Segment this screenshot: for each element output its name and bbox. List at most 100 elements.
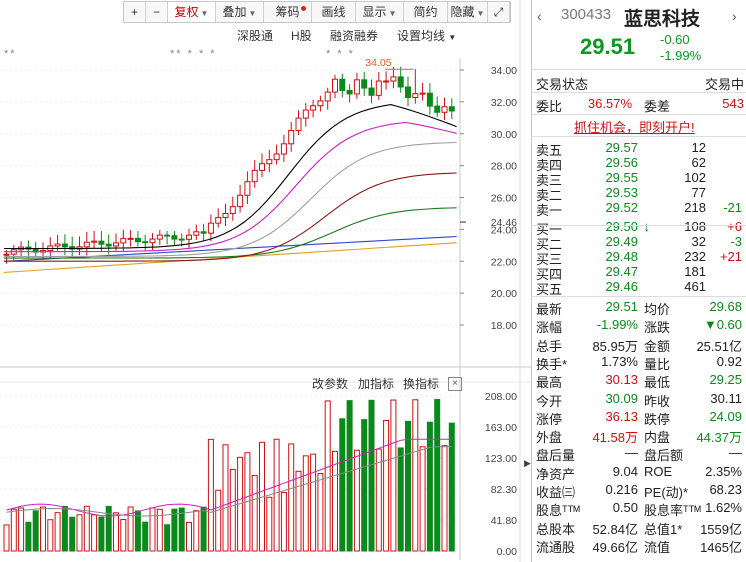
price-tick-label: 20.00	[491, 288, 517, 300]
volume-tick-label: 123.00	[485, 453, 517, 465]
kline-chart[interactable]: 34.0032.0030.0028.0026.0024.4624.0022.00…	[0, 0, 531, 562]
bid-price: 29.50	[605, 219, 638, 234]
ask-price: 29.56	[605, 155, 638, 170]
ask-volume: 12	[691, 140, 706, 155]
candle-body	[280, 143, 287, 155]
stat-value: 24.09	[709, 408, 742, 424]
stat-row: 流通股 49.66亿 流值 1465亿	[536, 537, 744, 555]
stock-terminal: + − 复权 ▼ 叠加 ▼ 筹码 画线 显示 ▼ 简约 隐藏 ▼ ⤢ 深股通 H股 融资融券 设置均线 ▼…	[0, 0, 746, 562]
candle-body	[215, 217, 222, 224]
bid-row[interactable]: 买五 29.46 461	[536, 279, 744, 297]
stat-label: 最高	[536, 375, 563, 391]
price-change: -0.60	[660, 32, 690, 47]
stat-label: 昨收	[644, 393, 671, 409]
stat-value: 1.73%	[601, 353, 638, 369]
quote-header: ‹ 300433 蓝思科技 › 29.51 -0.60 -1.99%	[532, 0, 746, 70]
volume-bar	[120, 519, 127, 552]
volume-bar	[134, 510, 141, 552]
stat-value: 2.35%	[705, 463, 742, 479]
stat-value: 49.66亿	[592, 539, 638, 555]
ask-price: 29.55	[605, 170, 638, 185]
stat-value: 44.37万	[696, 430, 742, 446]
add-indicator-button[interactable]: 加指标	[358, 375, 394, 392]
stat-value: 0.50	[612, 500, 638, 516]
ma5-line	[4, 104, 457, 250]
volume-tick-label: 163.00	[485, 422, 517, 434]
candle-body	[426, 92, 433, 107]
bid-price: 29.46	[605, 279, 638, 294]
volume-bar	[288, 443, 295, 552]
stat-value: 29.25	[709, 372, 742, 388]
stat-label: 最新	[536, 302, 563, 317]
volume-bar	[171, 508, 178, 552]
stat-label: 流通股	[536, 539, 576, 555]
stat-label: 收益㈢	[536, 485, 576, 500]
candle-body	[266, 159, 273, 165]
volume-bar	[40, 506, 46, 552]
down-arrow-icon: ↓	[643, 219, 651, 234]
volume-bar	[10, 508, 17, 552]
volume-bar	[61, 505, 68, 552]
candle-body	[113, 242, 119, 247]
ask-label: 卖一	[536, 203, 563, 218]
volume-bar	[178, 507, 185, 552]
candle-body	[207, 222, 214, 234]
candle-body	[156, 234, 163, 240]
volume-bar	[361, 419, 368, 552]
stat-label: 股息率ᵀᵀᴹ	[644, 503, 701, 519]
price-tick-label: 24.00	[491, 224, 517, 236]
volume-bar	[346, 400, 353, 552]
stat-label: ROE	[644, 463, 673, 479]
price-tick-label: 32.00	[491, 97, 517, 109]
volume-tick-label: 208.00	[485, 391, 517, 403]
candle-body	[83, 241, 90, 248]
candle-body	[3, 253, 10, 256]
stat-row: 涨停 36.13 跌停 24.09	[536, 408, 744, 427]
stat-row: 外盘 41.58万 内盘 44.37万	[536, 427, 744, 446]
stat-label: 换手*	[536, 356, 568, 372]
volume-bar	[405, 420, 411, 552]
switch-indicator-button[interactable]: 换指标	[403, 375, 439, 392]
bid-delta: +6	[727, 219, 742, 234]
volume-bar	[412, 399, 419, 552]
candle-body	[251, 169, 258, 183]
close-indicator-icon[interactable]: ×	[448, 377, 462, 391]
stat-value: -1.99%	[596, 317, 638, 333]
volume-bar	[200, 506, 207, 552]
prev-stock-icon[interactable]: ‹	[537, 8, 542, 24]
candle-body	[200, 231, 207, 234]
open-account-link[interactable]: 抓住机会，即刻开户!	[574, 117, 695, 136]
bid-volume: 461	[684, 279, 706, 294]
stat-label: 涨停	[536, 411, 563, 427]
ma10-line	[4, 121, 457, 253]
stat-value: 25.51亿	[696, 338, 742, 354]
candle-body	[237, 194, 244, 208]
bid-delta: -3	[730, 234, 742, 249]
volume-bar	[222, 444, 229, 552]
volume-tick-label: 82.30	[491, 484, 517, 496]
ask-row[interactable]: 卖一 29.52 218 -21	[536, 200, 744, 218]
candle-body	[288, 129, 295, 145]
stat-value: —	[625, 445, 638, 461]
candle-body	[142, 241, 149, 244]
candle-body	[105, 243, 112, 247]
ask-volume: 218	[684, 200, 706, 215]
stat-row: 净资产 9.04 ROE 2.35%	[536, 463, 744, 482]
ask-volume: 77	[691, 185, 706, 200]
candle-body	[434, 105, 441, 113]
price-change-block: -0.60 -1.99%	[660, 32, 701, 64]
change-params-button[interactable]: 改参数	[312, 375, 348, 392]
stat-value: 9.04	[612, 463, 638, 479]
volume-bar	[353, 449, 360, 552]
volume-bar	[324, 400, 331, 552]
volume-bar	[3, 524, 10, 552]
stat-row: 股息ᵀᵀᴹ 0.50 股息率ᵀᵀᴹ 1.62%	[536, 500, 744, 519]
candle-body	[441, 106, 448, 113]
stat-row: 总手 85.95万 金额 25.51亿	[536, 336, 744, 354]
stat-value: 52.84亿	[592, 521, 638, 537]
next-stock-icon[interactable]: ›	[732, 8, 737, 24]
stat-value: ▼0.60	[703, 317, 742, 333]
volume-bar	[302, 455, 309, 552]
candle-body	[193, 231, 200, 236]
candle-body	[448, 106, 455, 112]
